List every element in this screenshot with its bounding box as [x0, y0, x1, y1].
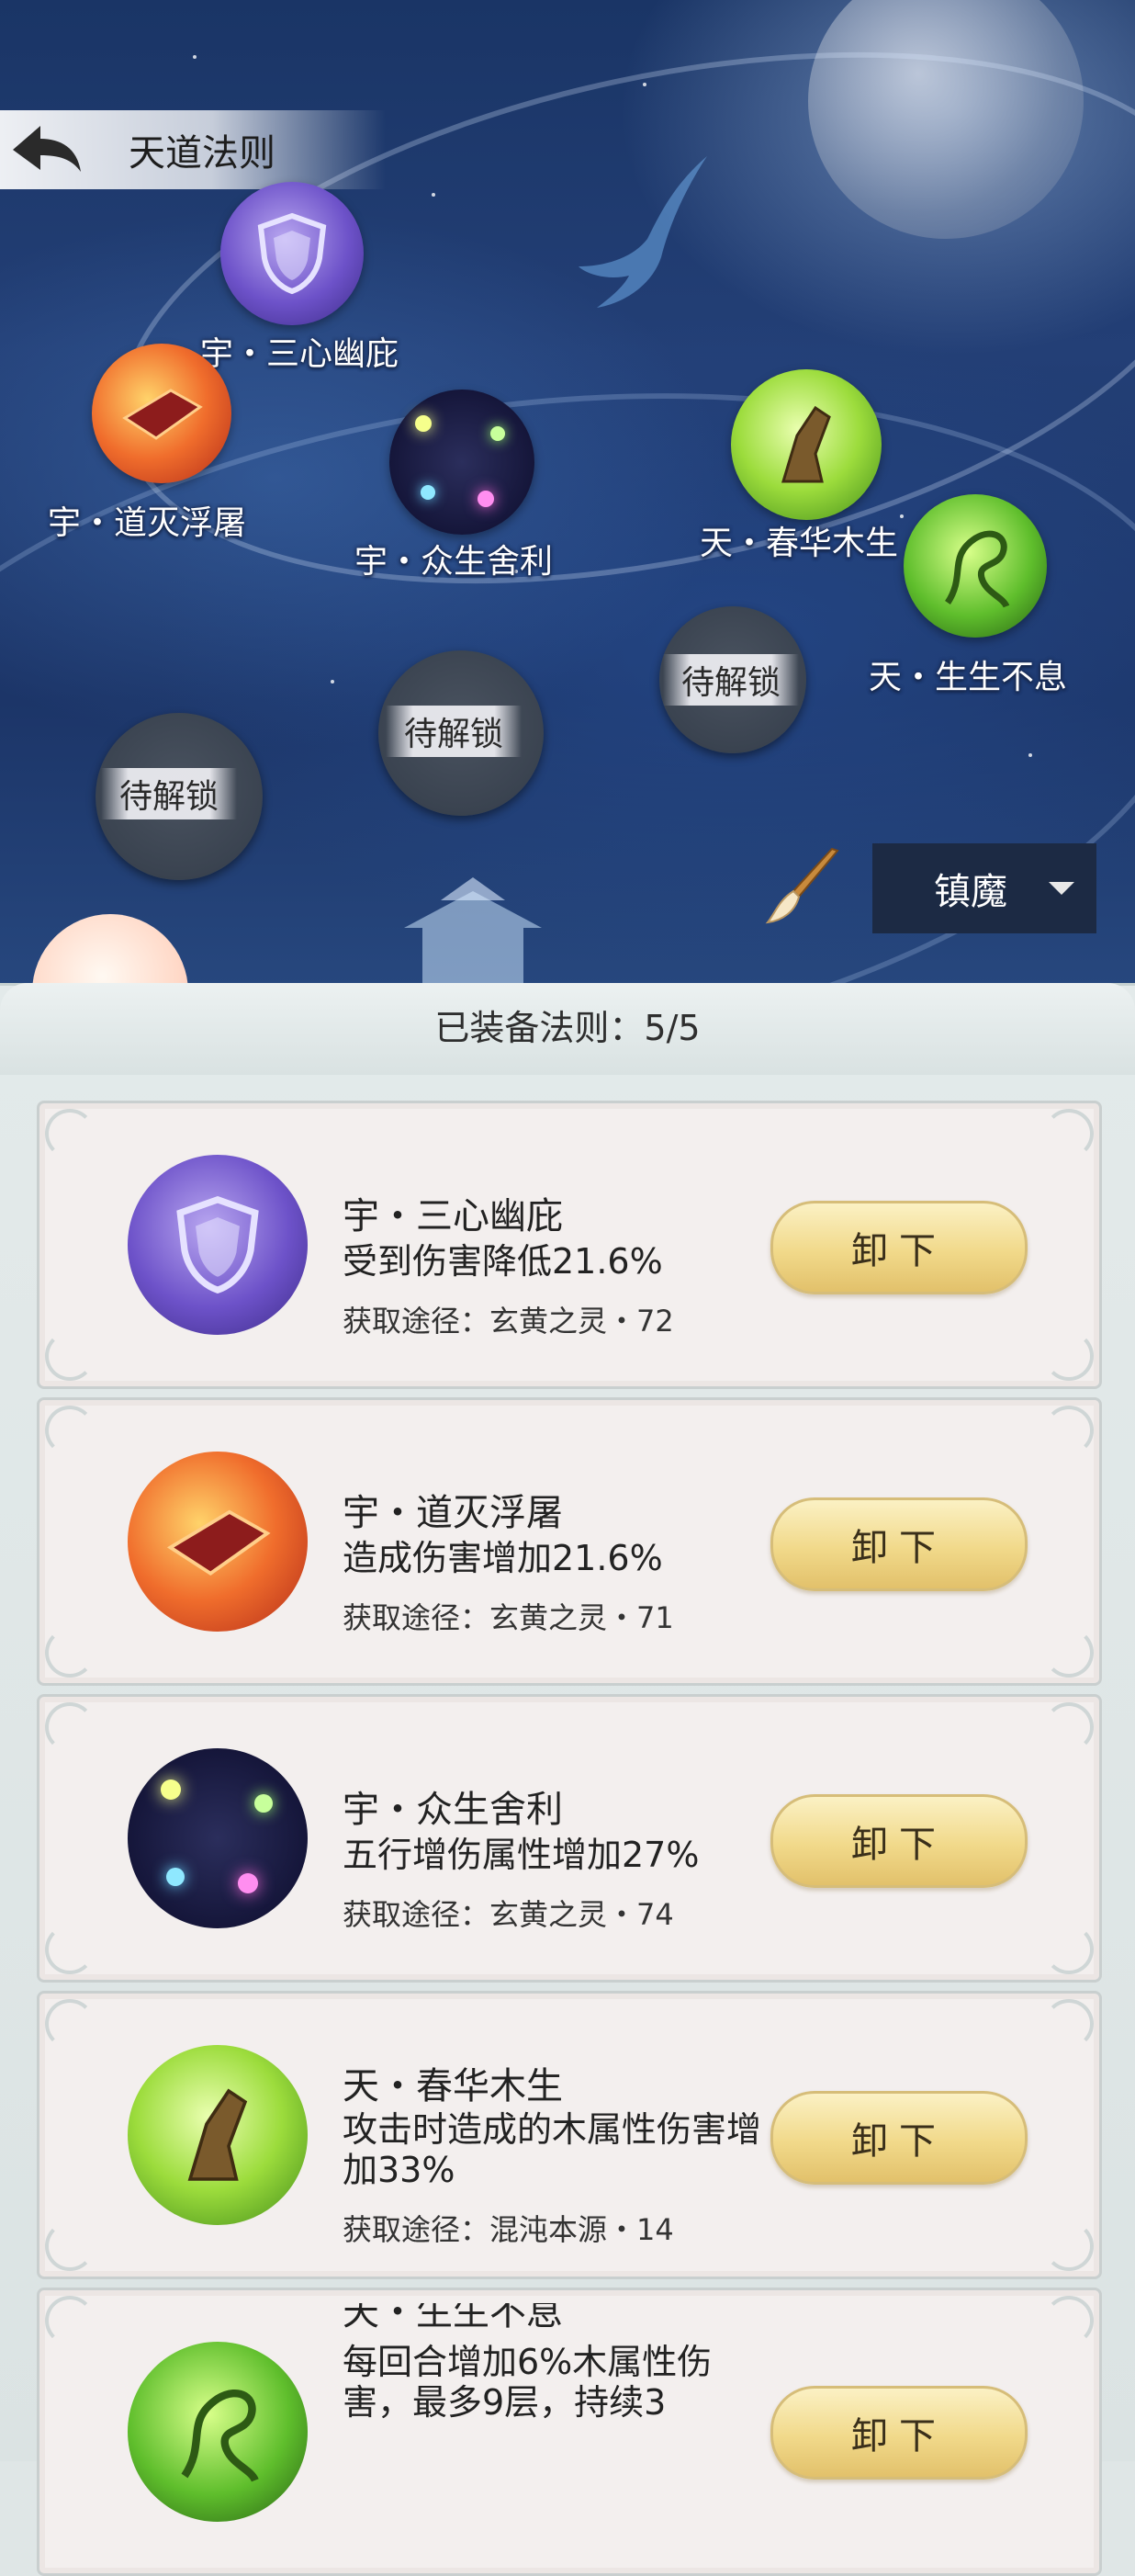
corner-ornament	[45, 2296, 95, 2345]
wood-orb-icon	[128, 2045, 308, 2225]
rule-effect: 每回合增加6%木属性伤害，最多9层，持续3	[343, 2342, 713, 2423]
star	[643, 83, 646, 86]
star	[1028, 753, 1032, 757]
rule-effect: 受到伤害降低21.6%	[343, 1241, 663, 1282]
page-title: 天道法则	[129, 132, 275, 175]
corner-ornament	[45, 1628, 95, 1678]
caret-down-icon	[1049, 882, 1074, 895]
title-bar: 天道法则	[0, 110, 386, 189]
wood-orb-icon	[731, 369, 882, 520]
corner-ornament	[1044, 1702, 1094, 1752]
corner-ornament	[45, 1925, 95, 1974]
rule-card: 宇・三心幽庇 受到伤害降低21.6% 获取途径：玄黄之灵・72 卸下	[37, 1101, 1102, 1389]
rule-card: 宇・道灭浮屠 造成伤害增加21.6% 获取途径：玄黄之灵・71 卸下	[37, 1397, 1102, 1686]
map-node-label: 宇・众生舍利	[354, 543, 554, 581]
corner-ornament	[1044, 1109, 1094, 1158]
corner-ornament	[45, 1109, 95, 1158]
dropdown-value: 镇魔	[934, 871, 1007, 913]
vine-orb-icon	[904, 494, 1047, 638]
unequip-button[interactable]: 卸下	[770, 1794, 1028, 1888]
star-orb-icon	[389, 390, 534, 535]
fire-tower-orb-icon	[128, 1452, 308, 1632]
corner-ornament	[45, 1702, 95, 1752]
rule-effect: 造成伤害增加21.6%	[343, 1538, 663, 1578]
rule-name: 宇・道灭浮屠	[343, 1492, 563, 1534]
vine-orb-icon	[128, 2342, 308, 2522]
rule-name: 宇・众生舍利	[343, 1789, 563, 1831]
corner-ornament	[1044, 2221, 1094, 2271]
corner-ornament	[45, 1331, 95, 1381]
rule-source: 获取途径：玄黄之灵・71	[343, 1600, 674, 1635]
brush-icon[interactable]	[762, 845, 845, 928]
unequip-button[interactable]: 卸下	[770, 2386, 1028, 2480]
locked-node-label: 待解锁	[663, 654, 800, 706]
corner-ornament	[1044, 2296, 1094, 2345]
map-node-chunhua[interactable]	[731, 369, 882, 520]
star-orb-icon	[128, 1748, 308, 1928]
corner-ornament	[45, 2221, 95, 2271]
shield-orb-icon	[220, 182, 364, 325]
equipped-count: 已装备法则：5/5	[434, 1008, 701, 1048]
corner-ornament	[1044, 1925, 1094, 1974]
map-node-daomie[interactable]	[92, 344, 231, 483]
rule-card: 宇・众生舍利 五行增伤属性增加27% 获取途径：玄黄之灵・74 卸下	[37, 1694, 1102, 1983]
corner-ornament	[1044, 1406, 1094, 1455]
rule-name: 宇・三心幽庇	[343, 1195, 563, 1237]
corner-ornament	[1044, 1999, 1094, 2049]
locked-node-label: 待解锁	[101, 768, 238, 819]
rule-source: 获取途径：玄黄之灵・72	[343, 1304, 674, 1339]
rule-map: 天道法则 宇・三心幽庇 宇・道灭浮屠 宇・众生舍利 天・春华木生 天・生生不息 …	[0, 0, 1135, 1001]
mode-dropdown[interactable]: 镇魔	[872, 843, 1096, 933]
fire-tower-orb-icon	[92, 344, 231, 483]
rule-card: 天・春华木生 攻击时造成的木属性伤害增加33% 获取途径：混沌本源・14 卸下	[37, 1991, 1102, 2279]
corner-ornament	[45, 1999, 95, 2049]
back-arrow-icon[interactable]	[0, 110, 92, 189]
unequip-button[interactable]: 卸下	[770, 1497, 1028, 1591]
corner-ornament	[45, 1406, 95, 1455]
locked-node-label: 待解锁	[386, 706, 523, 757]
map-node-zhongsheng[interactable]	[389, 390, 534, 535]
star	[331, 680, 334, 684]
corner-ornament	[1044, 1628, 1094, 1678]
star	[432, 193, 435, 197]
rule-effect: 五行增伤属性增加27%	[343, 1835, 700, 1875]
map-node-label: 天・春华木生	[700, 525, 899, 562]
map-node-label: 天・生生不息	[869, 659, 1068, 696]
rule-card: 天・生生不息 每回合增加6%木属性伤害，最多9层，持续3 卸下	[37, 2288, 1102, 2576]
corner-ornament	[1044, 1331, 1094, 1381]
rule-name: 天・春华木生	[343, 2065, 563, 2107]
map-node-sanxin[interactable]	[220, 182, 364, 325]
whale-silhouette	[579, 156, 707, 308]
rule-effect: 攻击时造成的木属性伤害增加33%	[343, 2109, 762, 2190]
rule-name: 天・生生不息	[343, 2303, 563, 2331]
map-node-label: 宇・道灭浮屠	[48, 504, 247, 542]
pagoda-silhouette	[404, 877, 542, 1001]
star	[193, 55, 197, 59]
rule-source: 获取途径：玄黄之灵・74	[343, 1897, 674, 1932]
map-node-shengsheng[interactable]	[904, 494, 1047, 638]
unequip-button[interactable]: 卸下	[770, 2091, 1028, 2185]
rule-source: 获取途径：混沌本源・14	[343, 2212, 674, 2247]
unequip-button[interactable]: 卸下	[770, 1201, 1028, 1294]
shield-orb-icon	[128, 1155, 308, 1335]
